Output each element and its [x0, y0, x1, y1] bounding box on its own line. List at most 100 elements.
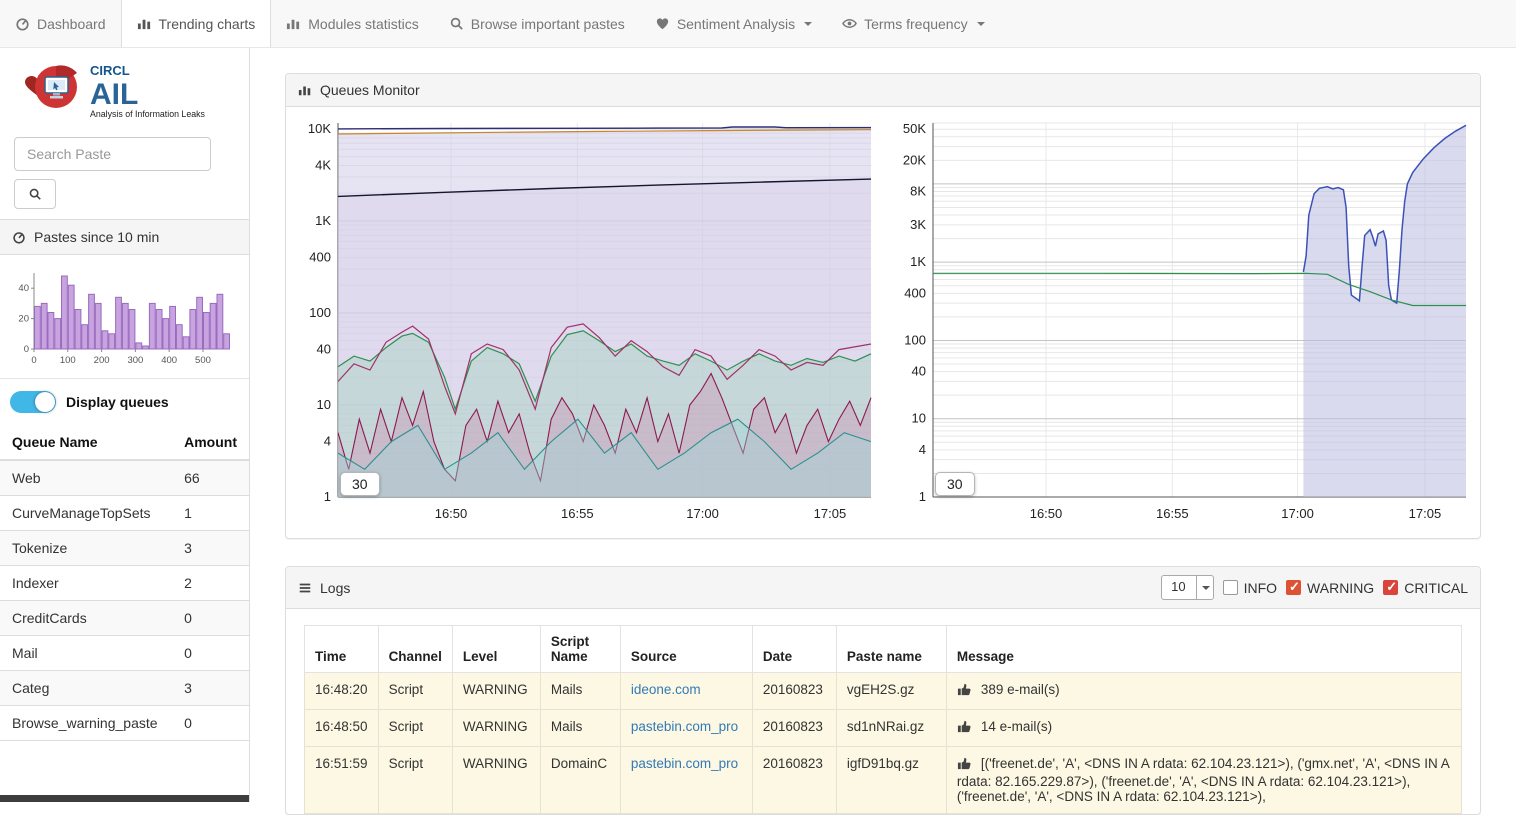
chevron-down-icon — [977, 22, 985, 26]
col-paste-name: Paste name — [836, 626, 946, 673]
svg-text:300: 300 — [127, 355, 143, 366]
svg-text:20: 20 — [18, 314, 29, 325]
source-link[interactable]: pastebin.com_pro — [631, 756, 738, 771]
bar-chart-icon — [137, 16, 152, 31]
range-window-input-right[interactable]: 30 — [935, 472, 975, 496]
col-message: Message — [946, 626, 1461, 673]
svg-text:17:05: 17:05 — [814, 506, 847, 521]
thumbs-up-icon — [957, 756, 972, 774]
svg-text:10: 10 — [912, 411, 926, 426]
info-checkbox[interactable] — [1223, 580, 1238, 595]
svg-text:400: 400 — [161, 355, 177, 366]
svg-text:40: 40 — [18, 283, 29, 294]
sidebar-scrollbar[interactable] — [0, 795, 249, 802]
queue-row: Indexer2 — [0, 566, 249, 601]
eye-icon — [842, 16, 857, 31]
logs-table: Time Channel Level Script Name Source Da… — [304, 625, 1462, 814]
svg-text:1K: 1K — [910, 254, 926, 269]
svg-text:17:00: 17:00 — [1281, 506, 1314, 521]
queues-monitor-header: Queues Monitor — [286, 74, 1480, 107]
svg-text:0: 0 — [24, 344, 29, 355]
chevron-down-icon — [1196, 576, 1213, 599]
display-queues-label: Display queues — [66, 394, 169, 410]
main-content: Queues Monitor 16:5016:5517:0017:0514104… — [250, 48, 1516, 815]
svg-text:40: 40 — [317, 342, 331, 357]
thumbs-up-icon — [957, 719, 972, 737]
filter-label: WARNING — [1307, 580, 1374, 596]
filter-label: INFO — [1244, 580, 1277, 596]
pastes-since-title: Pastes since 10 min — [34, 229, 159, 245]
queue-row: CreditCards0 — [0, 601, 249, 636]
page-size-value: 10 — [1162, 576, 1195, 599]
log-row: 16:48:50 Script WARNING Mails pastebin.c… — [305, 710, 1462, 747]
nav-label: Browse important pastes — [471, 16, 625, 32]
pastes-since-panel-header: Pastes since 10 min — [0, 219, 249, 255]
svg-text:100: 100 — [904, 332, 926, 347]
svg-text:40: 40 — [912, 364, 926, 379]
nav-trending-charts[interactable]: Trending charts — [121, 0, 272, 47]
nav-terms-frequency[interactable]: Terms frequency — [827, 0, 999, 47]
page-size-select[interactable]: 10 — [1161, 575, 1213, 600]
critical-checkbox[interactable] — [1383, 580, 1398, 595]
sidebar: CIRCL AIL Analysis of Information Leaks … — [0, 48, 250, 802]
svg-text:500: 500 — [195, 355, 211, 366]
queue-row: Browse_warning_paste0 — [0, 706, 249, 741]
svg-text:10K: 10K — [308, 121, 331, 136]
nav-label: Dashboard — [37, 16, 106, 32]
svg-text:100: 100 — [309, 305, 331, 320]
top-navbar: Dashboard Trending charts Modules statis… — [0, 0, 1516, 48]
queue-row: Tokenize3 — [0, 531, 249, 566]
svg-text:0: 0 — [31, 355, 36, 366]
queue-row: Mail0 — [0, 636, 249, 671]
col-level: Level — [452, 626, 540, 673]
logs-panel: Logs 10 INFO WARNING CRITICAL — [285, 566, 1481, 815]
bar-chart-icon — [286, 16, 301, 31]
svg-text:400: 400 — [904, 285, 926, 300]
svg-text:16:50: 16:50 — [435, 506, 468, 521]
bar-chart-icon — [298, 83, 312, 97]
svg-text:200: 200 — [94, 355, 110, 366]
queue-table-header-name: Queue Name — [0, 425, 172, 460]
search-paste-button[interactable] — [14, 179, 56, 209]
search-paste-input[interactable] — [14, 137, 211, 171]
log-row: 16:51:59 Script WARNING DomainC pastebin… — [305, 747, 1462, 814]
svg-text:4K: 4K — [315, 158, 331, 173]
col-date: Date — [752, 626, 836, 673]
display-queues-toggle[interactable] — [10, 391, 56, 413]
ail-logo: CIRCL AIL Analysis of Information Leaks — [0, 48, 249, 135]
heart-icon — [655, 16, 670, 31]
toggle-knob — [35, 392, 55, 412]
filter-warning: WARNING — [1286, 580, 1374, 596]
svg-text:50K: 50K — [903, 121, 926, 136]
queues-chart-left[interactable]: 16:5016:5517:0017:051410401004001K4K10K … — [288, 115, 883, 532]
source-link[interactable]: ideone.com — [631, 682, 701, 697]
queue-row: Categ3 — [0, 671, 249, 706]
svg-text:8K: 8K — [910, 183, 926, 198]
queue-row: CurveManageTopSets1 — [0, 496, 249, 531]
nav-dashboard[interactable]: Dashboard — [0, 0, 121, 47]
range-window-input-left[interactable]: 30 — [340, 472, 380, 496]
source-link[interactable]: pastebin.com_pro — [631, 719, 738, 734]
svg-text:1K: 1K — [315, 213, 331, 228]
queue-row: Web66 — [0, 460, 249, 496]
search-icon — [28, 187, 42, 201]
logo-org-text: CIRCL — [90, 63, 130, 78]
queue-table: Queue Name Amount Web66 CurveManageTopSe… — [0, 425, 249, 741]
nav-browse-important-pastes[interactable]: Browse important pastes — [434, 0, 640, 47]
log-message: 389 e-mail(s) — [981, 682, 1060, 697]
queues-monitor-panel: Queues Monitor 16:5016:5517:0017:0514104… — [285, 73, 1481, 539]
nav-sentiment-analysis[interactable]: Sentiment Analysis — [640, 0, 827, 47]
warning-checkbox[interactable] — [1286, 580, 1301, 595]
nav-modules-statistics[interactable]: Modules statistics — [271, 0, 433, 47]
filter-label: CRITICAL — [1404, 580, 1468, 596]
logs-header: Logs 10 INFO WARNING CRITICAL — [286, 567, 1480, 609]
chevron-down-icon — [804, 22, 812, 26]
log-message: 14 e-mail(s) — [981, 719, 1052, 734]
queues-chart-right[interactable]: 16:5016:5517:0017:051410401004001K3K8K20… — [883, 115, 1478, 532]
svg-text:400: 400 — [309, 250, 331, 265]
nav-label: Trending charts — [159, 16, 256, 32]
logo-subtitle-text: Analysis of Information Leaks — [90, 109, 206, 119]
svg-text:100: 100 — [60, 355, 76, 366]
dashboard-icon — [15, 16, 30, 31]
nav-label: Sentiment Analysis — [677, 16, 795, 32]
